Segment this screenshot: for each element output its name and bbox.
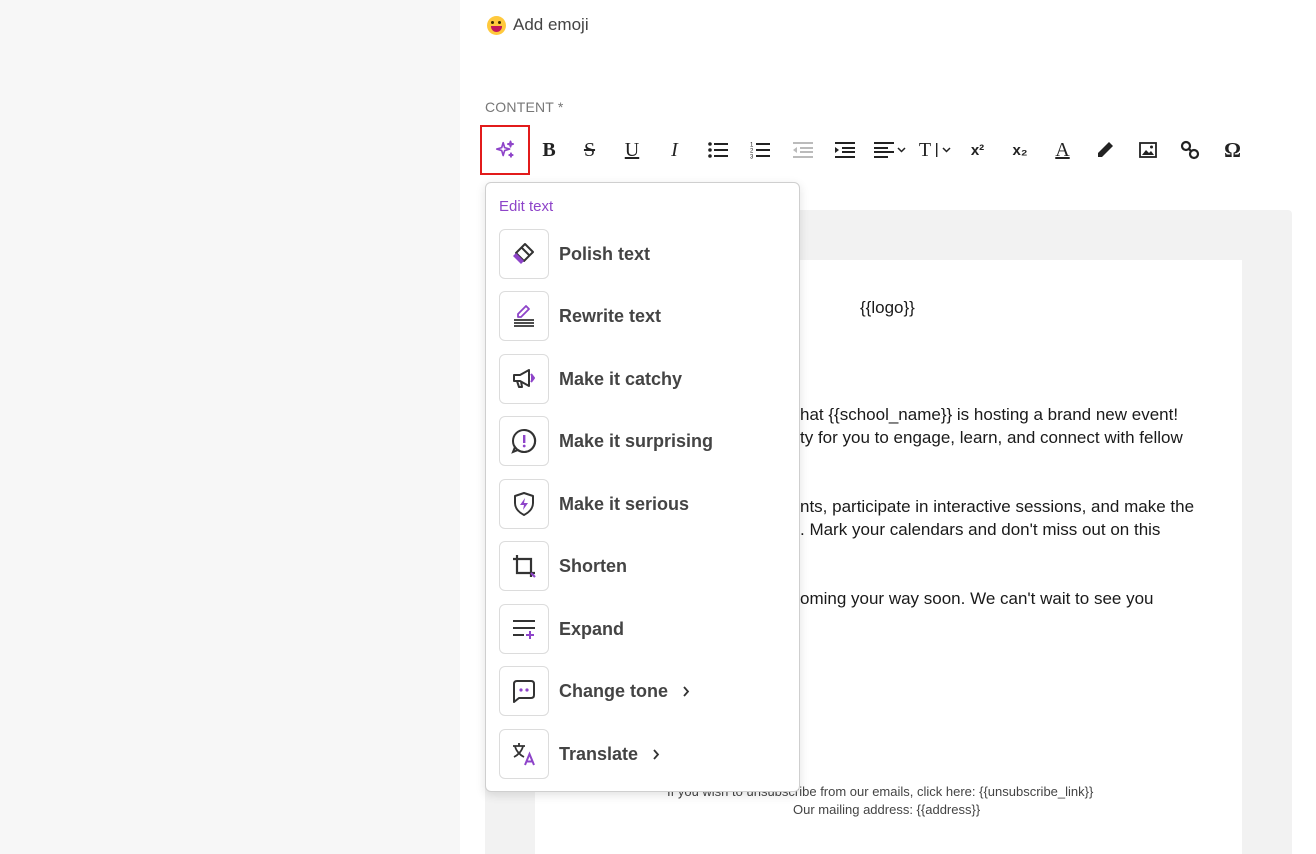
menu-header: Edit text xyxy=(499,198,554,215)
menu-item-label: Make it surprising xyxy=(559,430,714,451)
rich-text-toolbar: B S U I 1 2 3 T x² x₂ A Ω xyxy=(480,125,1254,175)
font-size-dropdown-button[interactable]: T xyxy=(914,130,956,170)
email-paragraph-3-line-1: oming your way soon. We can't wait to se… xyxy=(800,589,1154,608)
text-color-icon: A xyxy=(1055,138,1070,161)
menu-item-label: Rewrite text xyxy=(559,305,662,326)
email-paragraph-2-line-2: . Mark your calendars and don't miss out… xyxy=(800,520,1161,539)
underline-icon: U xyxy=(624,138,640,161)
image-icon xyxy=(1138,142,1157,158)
pen-button[interactable] xyxy=(1084,130,1126,170)
chevron-down-icon xyxy=(897,147,906,153)
indent-button[interactable] xyxy=(824,130,866,170)
align-dropdown-icon xyxy=(874,142,894,158)
polish-eraser-icon xyxy=(499,229,549,279)
chevron-down-icon xyxy=(942,147,951,153)
bold-icon: B xyxy=(542,138,556,161)
underline-button[interactable]: U xyxy=(611,130,653,170)
numbered-list-icon: 1 2 3 xyxy=(750,143,770,160)
menu-item-translate[interactable]: Translate xyxy=(499,729,789,779)
emoji-face-icon xyxy=(487,15,506,35)
pen-icon xyxy=(1098,142,1113,157)
subscript-icon: x₂ xyxy=(1012,141,1028,159)
special-char-button[interactable]: Ω xyxy=(1211,130,1254,170)
menu-item-label: Polish text xyxy=(559,243,651,264)
content-label: CONTENT * xyxy=(485,99,564,115)
menu-item-label: Shorten xyxy=(559,555,628,576)
bold-button[interactable]: B xyxy=(530,130,568,170)
menu-item-rewrite-text[interactable]: Rewrite text xyxy=(499,291,789,341)
outdent-button[interactable] xyxy=(781,130,824,170)
bullet-list-icon xyxy=(707,142,728,158)
add-emoji-button[interactable]: Add emoji xyxy=(487,12,589,38)
rewrite-pen-icon xyxy=(499,291,549,341)
link-icon xyxy=(1180,140,1200,160)
bullet-list-button[interactable] xyxy=(696,130,739,170)
email-paragraph-2-line-1: nts, participate in interactive sessions… xyxy=(800,497,1195,516)
subscript-button[interactable]: x₂ xyxy=(999,130,1041,170)
text-height-icon xyxy=(936,143,938,157)
superscript-button[interactable]: x² xyxy=(956,130,999,170)
add-emoji-label: Add emoji xyxy=(513,15,589,34)
chevron-right-icon xyxy=(682,685,690,697)
menu-item-make-it-serious[interactable]: Make it serious xyxy=(499,479,789,529)
footer-address-text: Our mailing address: {{address}} xyxy=(793,802,981,817)
email-paragraph-1-line-2: ty for you to engage, learn, and connect… xyxy=(800,428,1183,447)
crop-icon xyxy=(499,541,549,591)
ai-assistant-button[interactable] xyxy=(480,125,530,175)
menu-item-change-tone[interactable]: Change tone xyxy=(499,666,789,716)
font-size-dropdown-icon: T xyxy=(918,138,932,161)
menu-item-make-it-surprising[interactable]: Make it surprising xyxy=(499,416,789,466)
tone-bubble-icon xyxy=(499,666,549,716)
translate-icon xyxy=(499,729,549,779)
numbered-list-button[interactable]: 1 2 3 xyxy=(739,130,781,170)
strikethrough-button[interactable]: S xyxy=(568,130,611,170)
ai-sparkle-icon xyxy=(495,140,515,158)
svg-text:3: 3 xyxy=(750,155,754,160)
email-paragraph-1-line-1: hat {{school_name}} is hosting a brand n… xyxy=(800,405,1179,424)
italic-icon: I xyxy=(671,138,678,161)
menu-item-label: Expand xyxy=(559,618,625,639)
text-color-button[interactable]: A xyxy=(1041,130,1084,170)
indent-icon xyxy=(835,142,855,158)
ai-edit-menu: Edit text Polish text Rewrite text Make … xyxy=(485,182,800,792)
align-dropdown-button[interactable] xyxy=(866,130,914,170)
logo-placeholder: {{logo}} xyxy=(860,298,915,317)
special-char-icon: Ω xyxy=(1224,137,1241,162)
expand-lines-icon xyxy=(499,604,549,654)
image-button[interactable] xyxy=(1126,130,1169,170)
menu-item-polish-text[interactable]: Polish text xyxy=(499,229,789,279)
chevron-right-icon xyxy=(652,748,660,760)
menu-item-expand[interactable]: Expand xyxy=(499,604,789,654)
link-button[interactable] xyxy=(1169,130,1211,170)
strikethrough-icon: S xyxy=(583,138,596,161)
menu-item-label: Translate xyxy=(559,743,639,764)
exclamation-bubble-icon xyxy=(499,416,549,466)
menu-item-label: Change tone xyxy=(559,680,669,701)
menu-item-label: Make it catchy xyxy=(559,368,683,389)
shield-bolt-icon xyxy=(499,479,549,529)
menu-item-label: Make it serious xyxy=(559,493,690,514)
superscript-icon: x² xyxy=(970,141,985,159)
megaphone-icon xyxy=(499,354,549,404)
menu-item-make-it-catchy[interactable]: Make it catchy xyxy=(499,354,789,404)
italic-button[interactable]: I xyxy=(653,130,696,170)
outdent-icon xyxy=(792,142,813,158)
menu-item-shorten[interactable]: Shorten xyxy=(499,541,789,591)
